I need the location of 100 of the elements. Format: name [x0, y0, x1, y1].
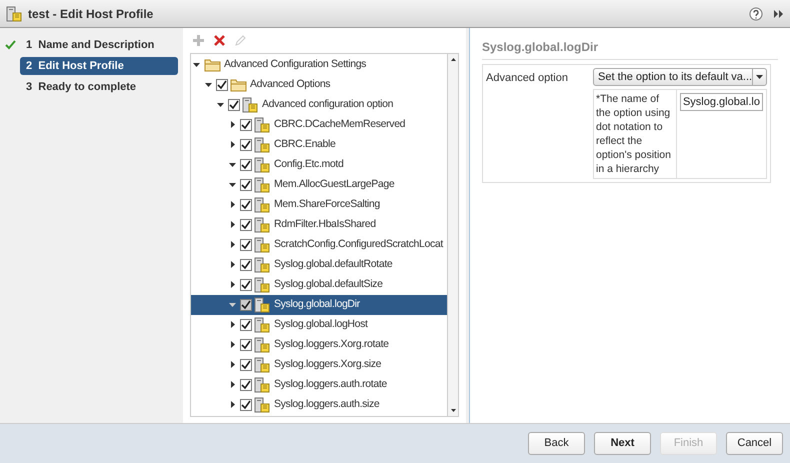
expand-arrow-icon[interactable]: [229, 261, 237, 269]
collapse-arrow-icon[interactable]: [205, 81, 213, 89]
host-profile-icon: [254, 177, 271, 193]
checkbox[interactable]: [240, 139, 252, 151]
tree-item[interactable]: RdmFilter.HbaIsShared: [191, 215, 447, 235]
tree-item[interactable]: Syslog.loggers.auth.rotate: [191, 375, 447, 395]
tree-item-label: Syslog.loggers.auth.rotate: [274, 377, 387, 392]
host-profile-icon: [254, 117, 271, 133]
host-profile-icon: [6, 6, 23, 22]
collapse-arrow-icon[interactable]: [193, 61, 201, 69]
wizard-step[interactable]: 1 Name and Description: [20, 36, 178, 54]
folder-icon: [204, 58, 221, 72]
tree-item-label: Advanced Options: [250, 77, 330, 92]
tree-item[interactable]: Syslog.global.defaultRotate: [191, 255, 447, 275]
field-description: *The name of the option using dot notation to reflect the option's position in a hierarchy: [594, 90, 677, 178]
tree-item-label: CBRC.DCacheMemReserved: [274, 117, 406, 132]
collapse-arrow-icon[interactable]: [217, 101, 225, 109]
folder-icon: [230, 78, 247, 92]
delete-icon[interactable]: [214, 35, 225, 46]
expand-arrow-icon[interactable]: [229, 321, 237, 329]
tree-item[interactable]: Syslog.global.logHost: [191, 315, 447, 335]
host-profile-icon: [254, 377, 271, 393]
tree-item[interactable]: Advanced Configuration Settings: [191, 55, 447, 75]
collapse-icon[interactable]: [774, 8, 784, 18]
window-title: test - Edit Host Profile: [28, 6, 154, 22]
checkbox[interactable]: [240, 399, 252, 411]
tree-item[interactable]: Syslog.loggers.Xorg.size: [191, 355, 447, 375]
wizard-button[interactable]: Next: [594, 432, 651, 455]
checkbox[interactable]: [240, 359, 252, 371]
host-profile-icon: [254, 397, 271, 413]
tree-item-label: Syslog.global.logDir: [274, 297, 360, 312]
tree-item-label: ScratchConfig.ConfiguredScratchLocat: [274, 237, 443, 252]
tree-item-label: RdmFilter.HbaIsShared: [274, 217, 376, 232]
checkbox[interactable]: [240, 339, 252, 351]
host-profile-icon: [254, 157, 271, 173]
expand-arrow-icon[interactable]: [229, 241, 237, 249]
tree-item-label: Syslog.loggers.Xorg.rotate: [274, 337, 389, 352]
checkbox[interactable]: [240, 239, 252, 251]
tree-item[interactable]: CBRC.Enable: [191, 135, 447, 155]
expand-arrow-icon[interactable]: [229, 201, 237, 209]
tree-item-label: Mem.AllocGuestLargePage: [274, 177, 394, 192]
expand-arrow-icon[interactable]: [229, 381, 237, 389]
host-profile-icon: [254, 137, 271, 153]
scrollbar[interactable]: [447, 54, 458, 416]
tree-item[interactable]: Config.Etc.motd: [191, 155, 447, 175]
option-name-field[interactable]: Syslog.global.lo: [680, 93, 763, 111]
host-profile-icon: [254, 277, 271, 293]
checkbox[interactable]: [240, 279, 252, 291]
host-profile-icon: [242, 97, 259, 113]
checkbox[interactable]: [240, 199, 252, 211]
expand-arrow-icon[interactable]: [229, 121, 237, 129]
option-label: Advanced option: [486, 71, 569, 86]
tree-item-label: Syslog.global.logHost: [274, 317, 368, 332]
tree-item-label: Syslog.loggers.Xorg.size: [274, 357, 382, 372]
collapse-arrow-icon[interactable]: [229, 181, 237, 189]
tree-item-label: Syslog.loggers.auth.size: [274, 397, 380, 412]
tree-item-label: CBRC.Enable: [274, 137, 336, 152]
expand-arrow-icon[interactable]: [229, 361, 237, 369]
expand-arrow-icon[interactable]: [229, 401, 237, 409]
expand-arrow-icon[interactable]: [229, 281, 237, 289]
host-profile-icon: [254, 237, 271, 253]
checkbox[interactable]: [228, 99, 240, 111]
option-dropdown[interactable]: Set the option to its default va...: [593, 68, 767, 86]
section-title: Syslog.global.logDir: [482, 38, 778, 60]
tree-item[interactable]: Syslog.loggers.auth.size: [191, 395, 447, 415]
tree-item-label: Config.Etc.motd: [274, 157, 344, 172]
wizard-step[interactable]: 3 Ready to complete: [20, 78, 178, 96]
checkbox[interactable]: [240, 379, 252, 391]
expand-arrow-icon[interactable]: [229, 141, 237, 149]
checkbox[interactable]: [240, 219, 252, 231]
checkbox[interactable]: [240, 119, 252, 131]
checkbox[interactable]: [240, 299, 252, 311]
tree-item[interactable]: CBRC.DCacheMemReserved: [191, 115, 447, 135]
tree-item[interactable]: Syslog.global.logDir: [191, 295, 447, 315]
tree-item[interactable]: ScratchConfig.ConfiguredScratchLocat: [191, 235, 447, 255]
wizard-button[interactable]: Cancel: [726, 432, 783, 455]
tree-item-label: Syslog.global.defaultRotate: [274, 257, 392, 272]
tree-item[interactable]: Mem.ShareForceSalting: [191, 195, 447, 215]
tree-item[interactable]: Advanced configuration option: [191, 95, 447, 115]
dropdown-arrow-icon: [756, 75, 764, 79]
checkbox[interactable]: [216, 79, 228, 91]
expand-arrow-icon[interactable]: [229, 341, 237, 349]
host-profile-icon: [254, 337, 271, 353]
wizard-button[interactable]: Back: [528, 432, 585, 455]
expand-arrow-icon[interactable]: [229, 221, 237, 229]
tree-item[interactable]: Advanced Options: [191, 75, 447, 95]
wizard-step[interactable]: 2 Edit Host Profile: [20, 57, 178, 75]
checkbox[interactable]: [240, 179, 252, 191]
tree-item[interactable]: Syslog.loggers.Xorg.rotate: [191, 335, 447, 355]
host-profile-icon: [254, 317, 271, 333]
checkbox[interactable]: [240, 159, 252, 171]
checkbox[interactable]: [240, 259, 252, 271]
checkbox[interactable]: [240, 319, 252, 331]
tree-item[interactable]: Mem.AllocGuestLargePage: [191, 175, 447, 195]
host-profile-icon: [254, 197, 271, 213]
host-profile-icon: [254, 297, 271, 313]
tree-item[interactable]: Syslog.global.defaultSize: [191, 275, 447, 295]
help-icon[interactable]: [749, 6, 763, 20]
tree-item-label: Syslog.global.defaultSize: [274, 277, 383, 292]
collapse-arrow-icon[interactable]: [229, 161, 237, 169]
